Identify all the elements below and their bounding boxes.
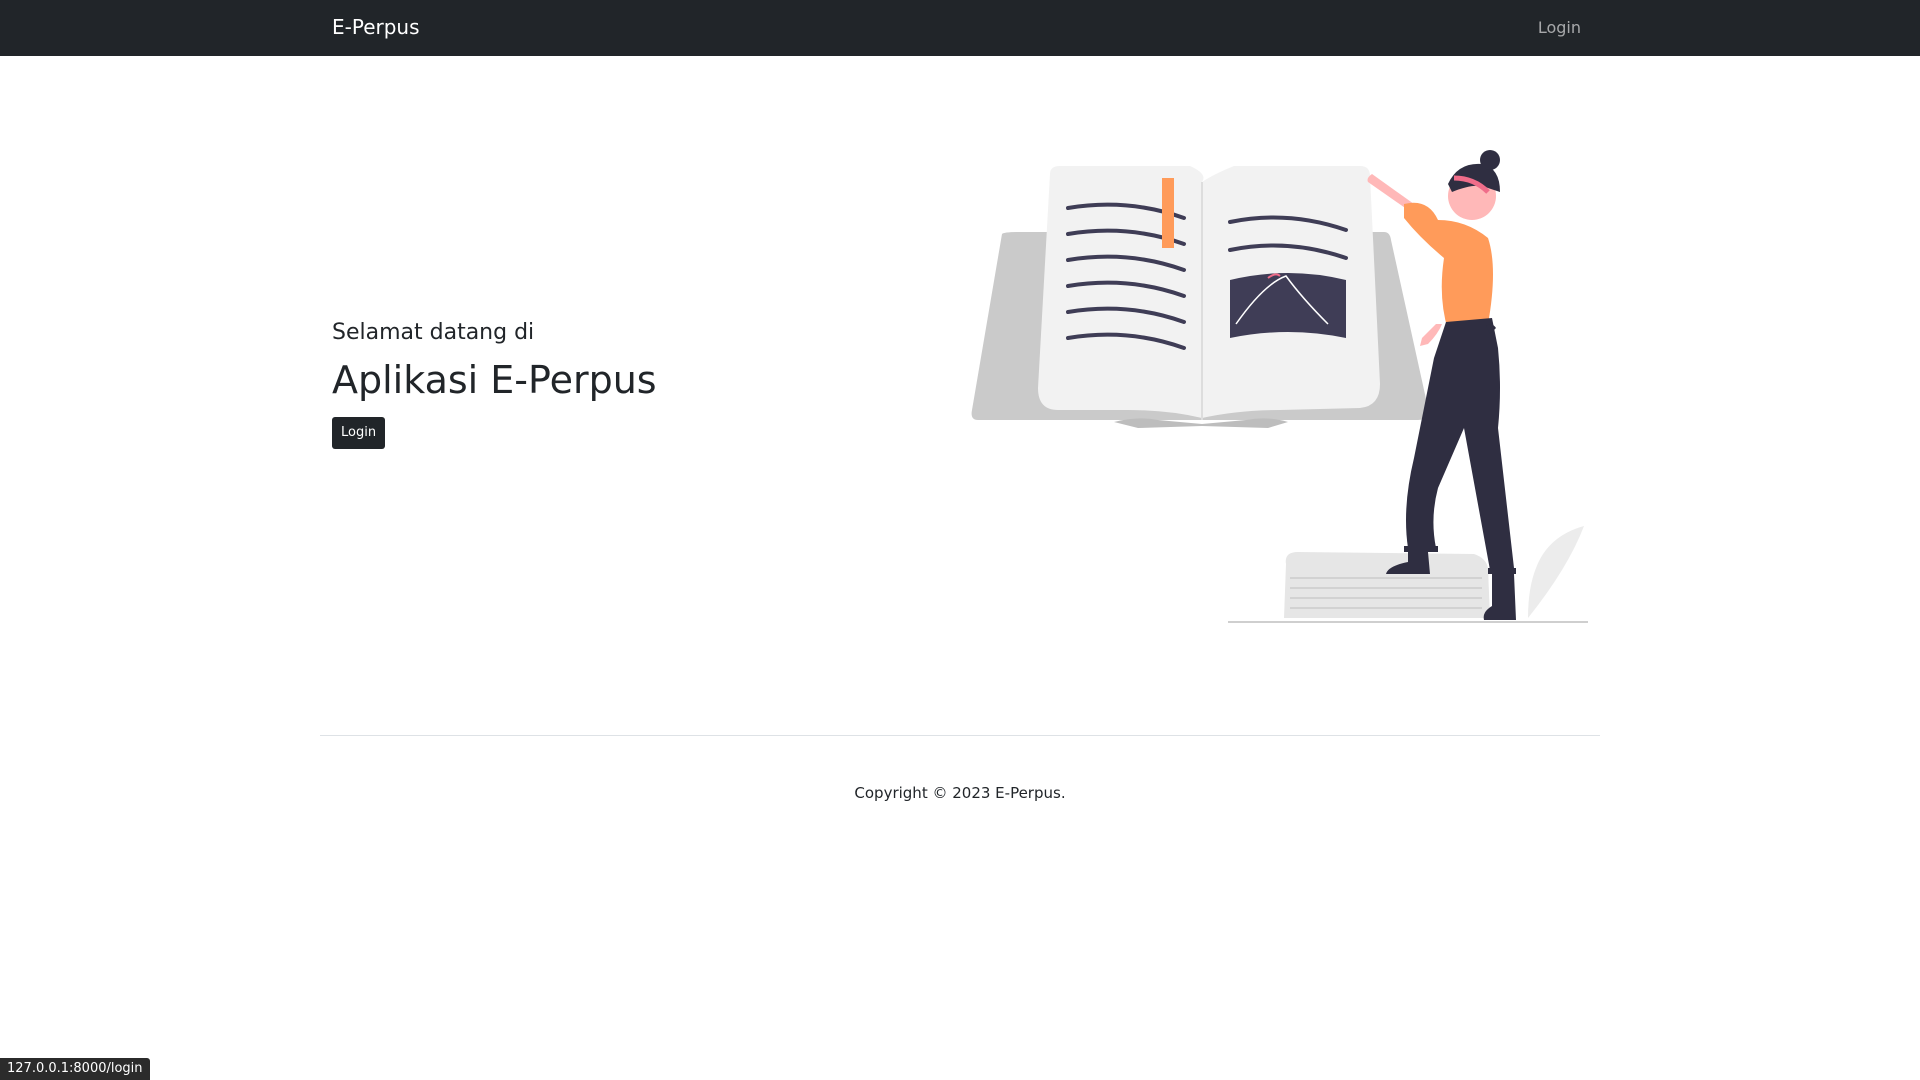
navbar-brand[interactable]: E-Perpus [332, 14, 420, 40]
hero-subtitle: Selamat datang di [332, 320, 535, 345]
hero-section: Selamat datang di Aplikasi E-Perpus Logi… [332, 318, 892, 449]
login-button[interactable]: Login [332, 417, 386, 449]
status-url: 127.0.0.1:8000/login [7, 1061, 143, 1076]
footer-divider [320, 735, 1600, 736]
browser-status-bar: 127.0.0.1:8000/login [0, 1058, 150, 1080]
navbar: E-Perpus Login [0, 0, 1920, 56]
footer: Copyright © 2023 E-Perpus. [0, 782, 1920, 804]
reading-illustration [968, 148, 1600, 628]
copyright-text: Copyright © 2023 E-Perpus. [854, 784, 1066, 802]
nav-login-link[interactable]: Login [1538, 17, 1581, 39]
hero-title: Aplikasi E-Perpus [332, 358, 657, 402]
